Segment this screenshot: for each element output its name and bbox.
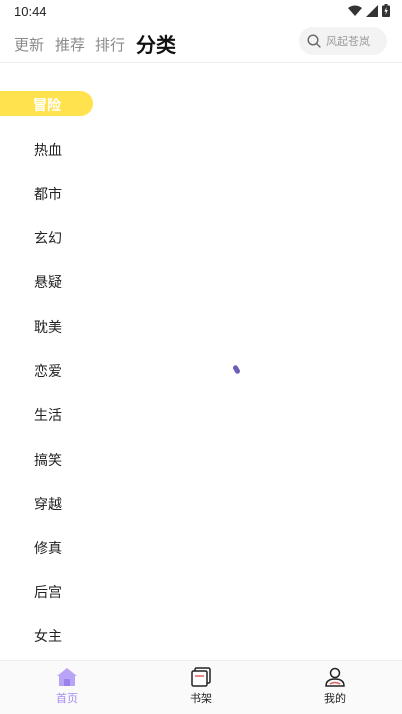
tab-update[interactable]: 更新 <box>14 34 44 55</box>
bottom-nav: 首页 书架 我的 <box>0 660 402 714</box>
bottom-nav-profile[interactable]: 我的 <box>300 667 370 706</box>
bottom-nav-bookshelf-label: 书架 <box>190 692 212 705</box>
status-icons <box>348 4 390 17</box>
search-placeholder: 风起苍岚 <box>326 35 370 48</box>
bottom-nav-bookshelf[interactable]: 书架 <box>166 667 236 706</box>
category-item-shenghuo[interactable]: 生活 <box>34 405 62 425</box>
bottom-nav-home-label: 首页 <box>56 692 78 705</box>
profile-icon <box>325 667 345 687</box>
category-item-danmei[interactable]: 耽美 <box>34 317 62 337</box>
loading-spinner <box>232 364 241 375</box>
header-divider <box>0 62 402 63</box>
wifi-icon <box>348 5 362 16</box>
category-item-rexue[interactable]: 热血 <box>34 140 62 160</box>
category-item-gaoxiao[interactable]: 搞笑 <box>34 450 62 470</box>
tab-category[interactable]: 分类 <box>136 29 176 58</box>
bottom-nav-profile-label: 我的 <box>324 692 346 705</box>
bookshelf-icon <box>191 667 211 687</box>
search-icon <box>307 34 321 48</box>
category-item-dushi[interactable]: 都市 <box>34 184 62 204</box>
home-icon <box>57 668 77 686</box>
tab-ranking[interactable]: 排行 <box>95 34 125 55</box>
bottom-nav-home[interactable]: 首页 <box>32 667 102 706</box>
category-item-chuanyue[interactable]: 穿越 <box>34 494 62 514</box>
search-box[interactable]: 风起苍岚 <box>299 27 387 55</box>
category-item-lianai[interactable]: 恋爱 <box>34 361 62 381</box>
category-item-nvzhu[interactable]: 女主 <box>34 626 62 646</box>
status-bar: 10:44 <box>0 0 402 24</box>
category-item-xiuzhen[interactable]: 修真 <box>34 538 62 558</box>
status-time: 10:44 <box>14 4 47 19</box>
signal-icon <box>366 4 378 17</box>
category-item-hougong[interactable]: 后宫 <box>34 582 62 602</box>
battery-icon <box>382 4 390 17</box>
top-nav: 更新 推荐 排行 分类 风起苍岚 <box>0 26 402 62</box>
tab-recommend[interactable]: 推荐 <box>55 34 85 55</box>
category-item-xuanhuan[interactable]: 玄幻 <box>34 228 62 248</box>
category-item-xuanyi[interactable]: 悬疑 <box>34 272 62 292</box>
category-selected-label: 冒险 <box>33 98 61 114</box>
